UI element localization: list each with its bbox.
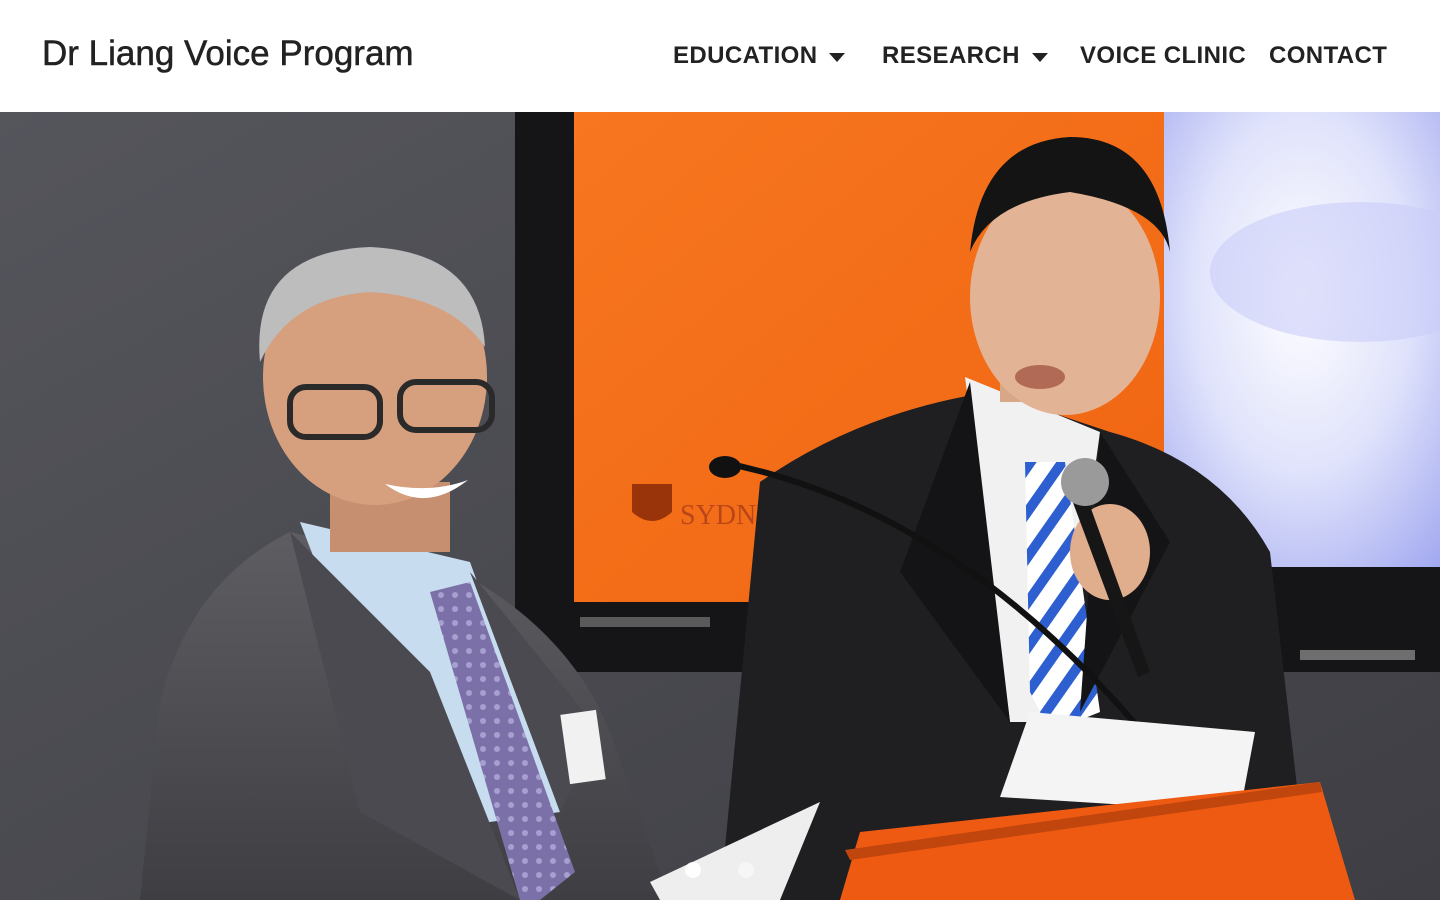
nav-item-label: CONTACT — [1269, 42, 1388, 69]
nav-item-contact[interactable]: CONTACT — [1269, 40, 1387, 72]
hero-slider[interactable]: SYDNEY — [0, 112, 1440, 900]
site-header: Dr Liang Voice Program EDUCATION RESEARC… — [0, 0, 1440, 112]
nav-item-label: VOICE CLINIC — [1080, 42, 1247, 69]
nav-item-voice-clinic[interactable]: VOICE CLINIC — [1080, 40, 1246, 72]
caret-down-icon — [1031, 42, 1048, 70]
main-nav: EDUCATION RESEARCH VOICE CLINIC CONTACT — [0, 40, 1440, 72]
nav-item-research[interactable]: RESEARCH — [882, 40, 1048, 72]
nav-item-label: EDUCATION — [673, 42, 818, 69]
slide-dot-2[interactable] — [738, 862, 754, 878]
nav-item-label: RESEARCH — [882, 42, 1020, 69]
slide-dot-1[interactable] — [685, 862, 701, 878]
slider-pagination — [0, 862, 1440, 878]
nav-item-education[interactable]: EDUCATION — [673, 40, 846, 72]
caret-down-icon — [829, 42, 846, 70]
hero-slide-photo: SYDNEY — [0, 112, 1440, 900]
